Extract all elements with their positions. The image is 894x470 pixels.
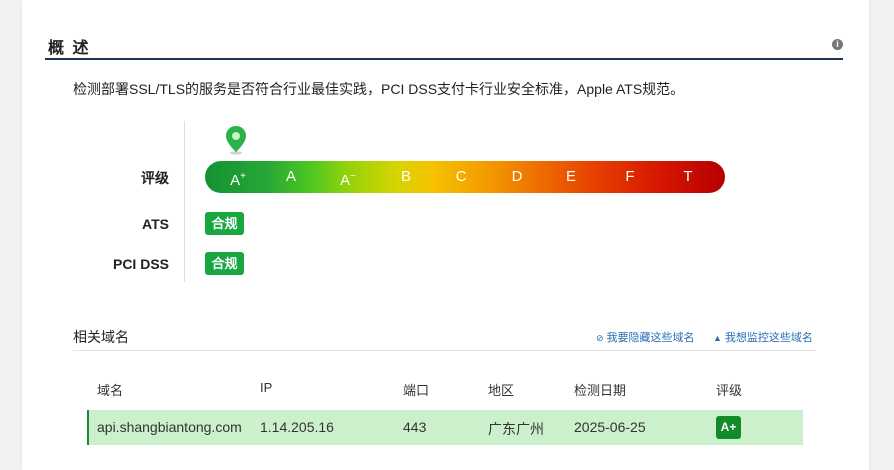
ip-cell: 1.14.205.16 (260, 419, 334, 435)
pci-dss-label: PCI DSS (112, 256, 169, 272)
column-header-region: 地区 (488, 383, 515, 398)
column-header-port: 端口 (403, 383, 430, 398)
overview-description: 检测部署SSL/TLS的服务是否符合行业最佳实践，PCI DSS支付卡行业安全标… (73, 81, 685, 97)
grade-scale-bar: A+ A A− B C D E F T (205, 161, 725, 193)
info-icon[interactable]: i (832, 39, 843, 50)
ats-status-badge: 合规 (205, 212, 244, 235)
grade-badge: A+ (716, 416, 741, 439)
bell-icon: ▲ (713, 333, 722, 343)
grade-scale-letter: A− (340, 171, 356, 189)
column-header-grade: 评级 (716, 383, 743, 398)
related-domains-header: 相关域名 ⊘ 我要隐藏这些域名 ▲ 我想监控这些域名 (73, 320, 816, 351)
monitor-domains-label: 我想监控这些域名 (724, 332, 813, 344)
divider (184, 121, 185, 282)
monitor-domains-link[interactable]: ▲ 我想监控这些域名 (713, 329, 813, 345)
grade-scale-letter: A (285, 168, 297, 185)
pci-dss-status-badge: 合规 (205, 252, 244, 275)
grade-scale-letter: C (455, 168, 467, 185)
column-header-domain: 域名 (97, 383, 124, 398)
date-cell: 2025-06-25 (574, 419, 646, 435)
section-title: 概 述 (48, 40, 91, 57)
grade-scale-letter: F (625, 168, 635, 185)
hide-domains-label: 我要隐藏这些域名 (606, 332, 695, 344)
section-header: 概 述 i (45, 30, 843, 60)
region-cell: 广东广州 (488, 421, 544, 437)
related-domains-title: 相关域名 (73, 329, 129, 345)
domain-cell[interactable]: api.shangbiantong.com (97, 419, 242, 435)
hide-domains-link[interactable]: ⊘ 我要隐藏这些域名 (596, 329, 695, 345)
current-grade-pin-icon (226, 126, 246, 155)
rating-label: 评级 (141, 170, 169, 186)
grade-scale-letter: B (400, 168, 412, 185)
overview-card: 概 述 i 检测部署SSL/TLS的服务是否符合行业最佳实践，PCI DSS支付… (22, 0, 869, 470)
grade-scale-letter: E (565, 168, 577, 185)
grade-scale-letter: T (683, 168, 693, 185)
grade-scale-letter: D (511, 168, 523, 185)
ats-label: ATS (142, 216, 169, 232)
eye-slash-icon: ⊘ (596, 333, 604, 343)
port-cell: 443 (403, 419, 427, 435)
column-header-ip: IP (260, 380, 273, 395)
grade-scale-letter: A+ (230, 171, 246, 189)
column-header-date: 检测日期 (574, 383, 627, 398)
table-row[interactable]: api.shangbiantong.com 1.14.205.16 443 广东… (87, 410, 803, 445)
